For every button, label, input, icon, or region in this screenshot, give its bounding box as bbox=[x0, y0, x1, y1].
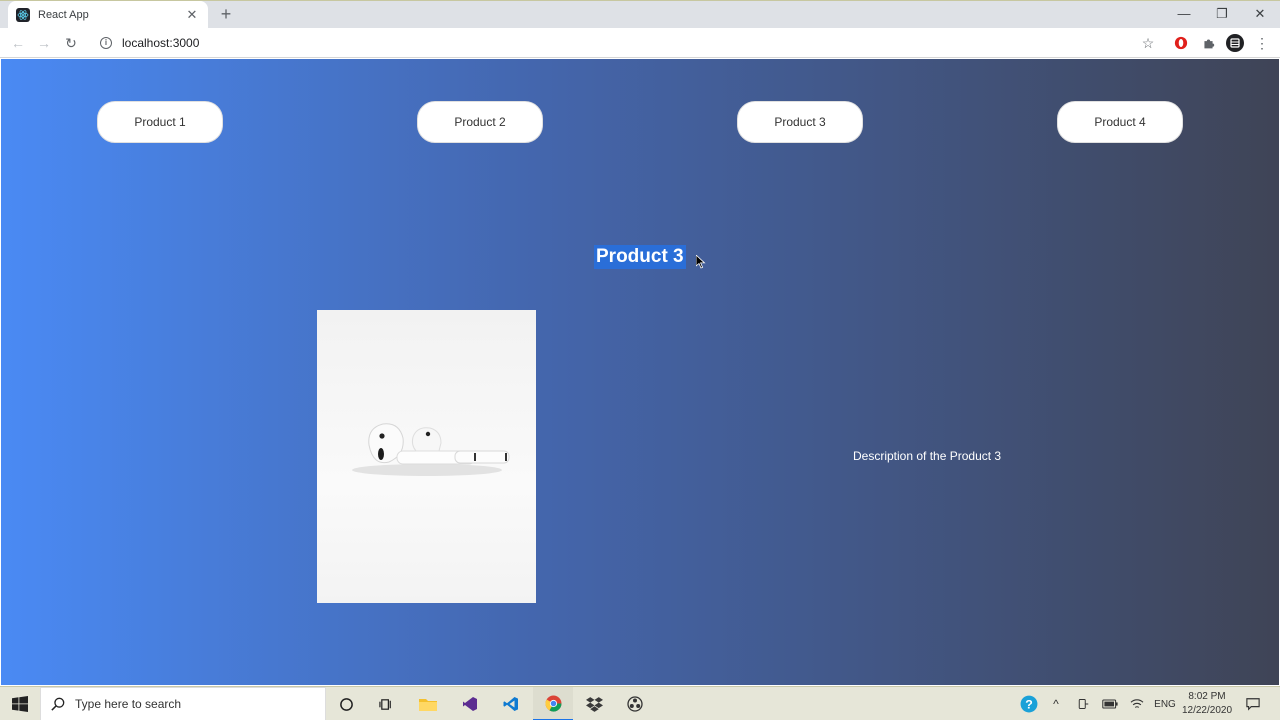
react-logo-icon bbox=[16, 8, 30, 22]
browser-tab[interactable]: React App ✕ bbox=[8, 1, 208, 29]
battery-icon[interactable] bbox=[1099, 687, 1121, 720]
clock-time: 8:02 PM bbox=[1188, 691, 1226, 702]
product-3-button[interactable]: Product 3 bbox=[737, 101, 863, 143]
obs-icon[interactable] bbox=[615, 687, 655, 720]
back-arrow-icon[interactable]: ← bbox=[8, 33, 28, 53]
menu-kebab-icon[interactable]: ⋮ bbox=[1253, 34, 1271, 52]
browser-toolbar: ← → ↻ i localhost:3000 ☆ ⋮ bbox=[0, 28, 1280, 58]
minimize-button[interactable]: — bbox=[1166, 4, 1202, 24]
svg-text:?: ? bbox=[1025, 698, 1033, 712]
clock-date: 12/22/2020 bbox=[1181, 705, 1233, 716]
new-tab-button[interactable]: + bbox=[216, 4, 236, 24]
product-description: Description of the Product 3 bbox=[853, 449, 1002, 463]
extensions-puzzle-icon[interactable] bbox=[1199, 34, 1217, 52]
vscode-icon[interactable] bbox=[491, 687, 531, 720]
windows-taskbar: Type here to search ? ^ ENG 8:02 PM 12/2… bbox=[0, 686, 1280, 720]
tab-title: React App bbox=[38, 9, 89, 21]
reload-icon[interactable]: ↻ bbox=[61, 33, 81, 53]
mouse-cursor-icon bbox=[696, 255, 706, 269]
profile-avatar[interactable] bbox=[1226, 34, 1244, 52]
close-window-button[interactable]: ✕ bbox=[1242, 4, 1278, 24]
wifi-icon[interactable] bbox=[1126, 687, 1148, 720]
opera-extension-icon[interactable] bbox=[1172, 34, 1190, 52]
cortana-icon[interactable] bbox=[326, 687, 366, 720]
search-placeholder: Type here to search bbox=[75, 697, 182, 711]
windows-start-icon[interactable] bbox=[0, 687, 40, 720]
system-clock[interactable]: 8:02 PM 12/22/2020 bbox=[1180, 690, 1234, 718]
forward-arrow-icon[interactable]: → bbox=[34, 33, 54, 53]
product-image bbox=[317, 310, 536, 603]
notifications-icon[interactable] bbox=[1240, 687, 1266, 720]
bookmark-star-icon[interactable]: ☆ bbox=[1139, 34, 1157, 52]
show-hidden-icons-chevron-icon[interactable]: ^ bbox=[1046, 687, 1066, 720]
address-bar[interactable]: i localhost:3000 bbox=[92, 31, 1132, 55]
task-view-icon[interactable] bbox=[366, 687, 406, 720]
dropbox-icon[interactable] bbox=[574, 687, 614, 720]
taskbar-search-box[interactable]: Type here to search bbox=[40, 687, 326, 720]
page-viewport: Product 1 Product 2 Product 3 Product 4 … bbox=[1, 59, 1279, 685]
restore-button[interactable]: ❐ bbox=[1204, 4, 1240, 24]
tab-strip: React App ✕ + — ❐ ✕ bbox=[0, 0, 1280, 29]
info-icon[interactable]: i bbox=[100, 37, 112, 49]
product-title: Product 3 bbox=[594, 245, 686, 269]
device-icon[interactable] bbox=[1073, 687, 1093, 720]
file-explorer-icon[interactable] bbox=[408, 687, 448, 720]
product-4-button[interactable]: Product 4 bbox=[1057, 101, 1183, 143]
url-text: localhost:3000 bbox=[122, 36, 200, 50]
product-2-button[interactable]: Product 2 bbox=[417, 101, 543, 143]
tab-close-icon[interactable]: ✕ bbox=[184, 7, 200, 23]
product-1-button[interactable]: Product 1 bbox=[97, 101, 223, 143]
visual-studio-icon[interactable] bbox=[450, 687, 490, 720]
language-indicator[interactable]: ENG bbox=[1152, 687, 1178, 720]
help-icon[interactable]: ? bbox=[1016, 687, 1042, 720]
search-icon bbox=[51, 697, 65, 711]
chrome-icon[interactable] bbox=[533, 687, 573, 720]
